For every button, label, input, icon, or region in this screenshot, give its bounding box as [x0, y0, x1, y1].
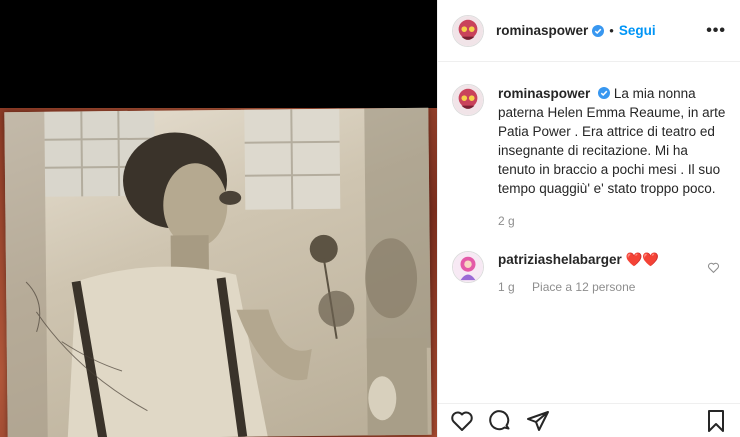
reply-text: ❤️❤️	[625, 252, 660, 267]
caption-age[interactable]: 2 g	[498, 212, 726, 231]
caption-username[interactable]: rominaspower	[498, 86, 590, 101]
caption-comment: rominaspower La mia nonna paterna Helen …	[438, 62, 740, 231]
verified-badge-icon	[598, 87, 611, 99]
caption-text: La mia nonna paterna Helen Emma Reaume, …	[498, 86, 726, 196]
more-options-icon[interactable]: •••	[706, 22, 726, 40]
post-side-panel: rominaspower • Segui ••• rominaspower La…	[438, 0, 740, 437]
reply-body: patriziashelabarger ❤️❤️ 1 g Piace a 12 …	[498, 251, 726, 296]
share-icon[interactable]	[526, 409, 550, 433]
comment-icon[interactable]	[488, 409, 512, 433]
heart-icon[interactable]	[450, 409, 474, 433]
post-header: rominaspower • Segui •••	[438, 0, 740, 62]
reply-comment: patriziashelabarger ❤️❤️ 1 g Piace a 12 …	[438, 231, 740, 296]
caption-avatar[interactable]	[452, 84, 484, 116]
reply-age[interactable]: 1 g	[498, 280, 515, 294]
separator-dot: •	[609, 23, 614, 38]
post-media[interactable]	[0, 0, 437, 437]
author-username[interactable]: rominaspower	[496, 23, 588, 38]
bookmark-icon[interactable]	[704, 409, 728, 433]
verified-badge-icon	[592, 24, 605, 37]
reply-likes[interactable]: Piace a 12 persone	[532, 280, 635, 294]
reply-meta: 1 g Piace a 12 persone	[498, 278, 726, 296]
caption-body: rominaspower La mia nonna paterna Helen …	[498, 84, 726, 231]
reply-username[interactable]: patriziashelabarger	[498, 252, 622, 267]
vintage-portrait-photo	[4, 107, 432, 437]
action-bar	[438, 403, 740, 437]
heart-icon[interactable]	[707, 261, 720, 274]
follow-button[interactable]: Segui	[619, 23, 656, 38]
reply-avatar[interactable]	[452, 251, 484, 283]
author-avatar[interactable]	[452, 14, 484, 47]
